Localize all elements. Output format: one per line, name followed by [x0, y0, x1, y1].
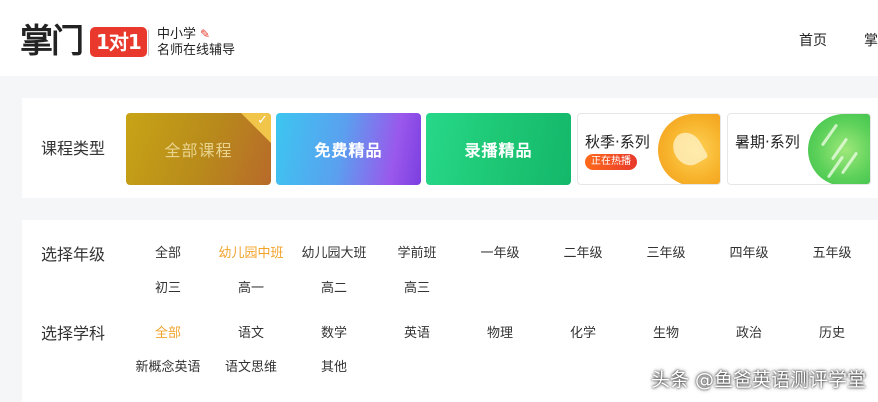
subject-label: 选择学科 [41, 324, 106, 343]
course-tile-label: 录播精品 [464, 141, 533, 160]
grade-option[interactable]: 全部 [128, 245, 208, 263]
grade-option[interactable]: 一年级 [460, 245, 540, 263]
subject-option[interactable]: 化学 [543, 325, 623, 343]
course-tile-label: 秋季·系列 [585, 133, 650, 151]
grade-option-selected[interactable]: 幼儿园中班 [211, 245, 291, 263]
nav-item-2[interactable]: 掌 [864, 32, 878, 50]
course-tile-autumn[interactable]: 秋季·系列 正在热播 [577, 113, 721, 185]
grade-option[interactable]: 高三 [377, 280, 457, 298]
grade-option[interactable]: 初三 [128, 280, 208, 298]
logo-text[interactable]: 掌门 [20, 22, 84, 60]
grade-option[interactable]: 五年级 [792, 245, 872, 263]
subject-option[interactable]: 历史 [792, 325, 872, 343]
nav-home[interactable]: 首页 [799, 32, 827, 50]
grade-option[interactable]: 学前班 [377, 245, 457, 263]
grade-label: 选择年级 [41, 245, 106, 264]
grade-option[interactable]: 幼儿园大班 [294, 245, 374, 263]
logo-tagline-2: 名师在线辅导 [157, 43, 236, 58]
subject-option[interactable]: 新概念英语 [128, 359, 208, 377]
top-header: 掌门 1对1 中小学 ✎ 名师在线辅导 首页 掌 [0, 0, 878, 76]
subject-option[interactable]: 英语 [377, 325, 457, 343]
check-icon: ✓ [257, 113, 268, 128]
subject-option[interactable]: 政治 [709, 325, 789, 343]
subject-option[interactable]: 语文 [211, 325, 291, 343]
course-tile-recorded[interactable]: 录播精品 [426, 113, 571, 185]
subject-option[interactable]: 生物 [626, 325, 706, 343]
hot-badge: 正在热播 [585, 154, 637, 170]
course-tile-free[interactable]: 免费精品 [276, 113, 421, 185]
subject-option[interactable]: 数学 [294, 325, 374, 343]
course-tile-label: 暑期·系列 [735, 133, 800, 151]
grade-option[interactable]: 三年级 [626, 245, 706, 263]
subject-option[interactable]: 其他 [294, 359, 374, 377]
subject-option-selected[interactable]: 全部 [128, 325, 208, 343]
course-tile-all[interactable]: 全部课程 ✓ [126, 113, 271, 185]
logo-badge[interactable]: 1对1 [90, 27, 147, 57]
course-type-panel: 课程类型 全部课程 ✓ 免费精品 录播精品 秋季·系列 正在热播 暑期·系列 [22, 98, 878, 198]
course-type-label: 课程类型 [41, 139, 106, 158]
logo-tagline-1: 中小学 ✎ [157, 27, 211, 42]
ginkgo-leaf-icon [658, 114, 720, 184]
willow-leaf-icon [808, 114, 870, 184]
grade-option[interactable]: 高一 [211, 280, 291, 298]
pen-icon: ✎ [200, 27, 211, 41]
grade-option[interactable]: 二年级 [543, 245, 623, 263]
grade-option[interactable]: 高二 [294, 280, 374, 298]
subject-option[interactable]: 物理 [460, 325, 540, 343]
grade-option[interactable]: 四年级 [709, 245, 789, 263]
subject-option[interactable]: 语文思维 [211, 359, 291, 377]
logo-divider [148, 30, 149, 56]
watermark-text: 头条 @鱼爸英语测评学堂 [650, 369, 866, 391]
course-tile-label: 免费精品 [314, 141, 383, 160]
course-tile-summer[interactable]: 暑期·系列 [727, 113, 871, 185]
